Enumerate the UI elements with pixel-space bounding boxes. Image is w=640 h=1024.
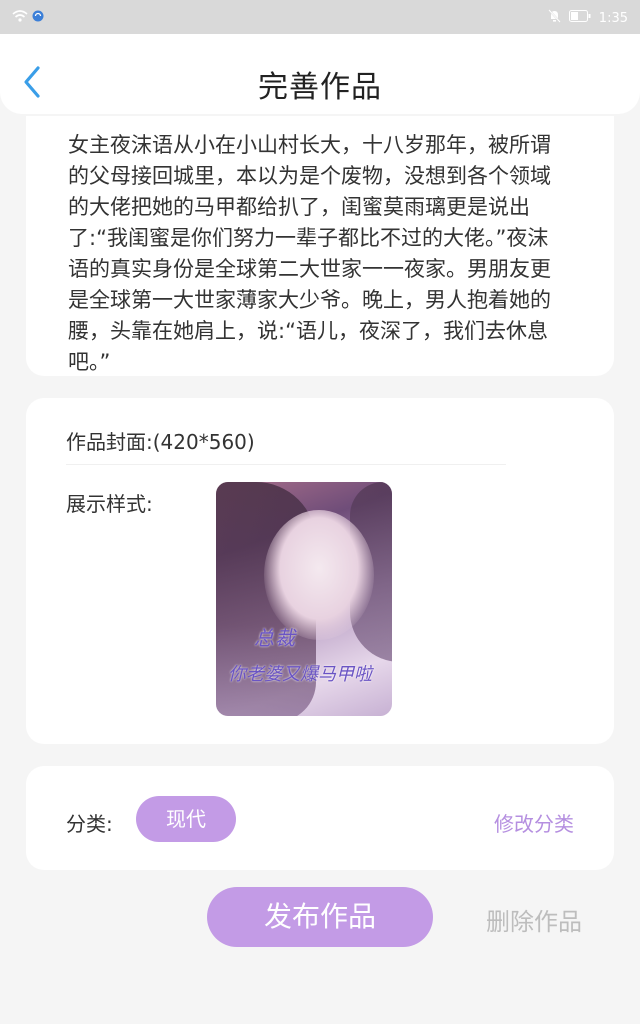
cover-title-line2: 你老婆又爆马甲啦 [228, 664, 372, 685]
sync-icon [32, 10, 44, 26]
battery-icon [568, 10, 591, 26]
publish-button[interactable]: 发布作品 [207, 887, 433, 947]
top-nav-bar: 完善作品 [0, 34, 640, 114]
cover-label: 作品封面:(420*560) [66, 430, 255, 454]
cover-title-line1: 总裁 [254, 626, 296, 650]
work-description-text[interactable]: 女主夜沫语从小在小山村长大，十八岁那年，被所谓的父母接回城里，本以为是个废物，没… [68, 130, 568, 378]
category-tag: 现代 [136, 796, 236, 842]
status-time: 1:35 [598, 10, 628, 26]
category-label: 分类: [66, 812, 113, 836]
status-right: 1:35 [548, 9, 628, 27]
delete-button[interactable]: 删除作品 [486, 902, 582, 937]
page-title: 完善作品 [258, 70, 382, 105]
cover-art-face [264, 510, 374, 640]
category-card: 分类: 现代 修改分类 [26, 766, 614, 870]
cover-image[interactable]: 总裁 你老婆又爆马甲啦 [216, 482, 392, 716]
mute-icon [548, 9, 561, 27]
description-card: 女主夜沫语从小在小山村长大，十八岁那年，被所谓的父母接回城里，本以为是个废物，没… [26, 116, 614, 376]
modify-category-link[interactable]: 修改分类 [494, 808, 574, 837]
display-style-label: 展示样式: [66, 492, 153, 516]
wifi-icon [12, 9, 28, 27]
cover-card: 作品封面:(420*560) 展示样式: 总裁 你老婆又爆马甲啦 [26, 398, 614, 744]
status-left [12, 9, 44, 27]
status-bar: 1:35 [0, 0, 640, 34]
divider [66, 464, 506, 465]
